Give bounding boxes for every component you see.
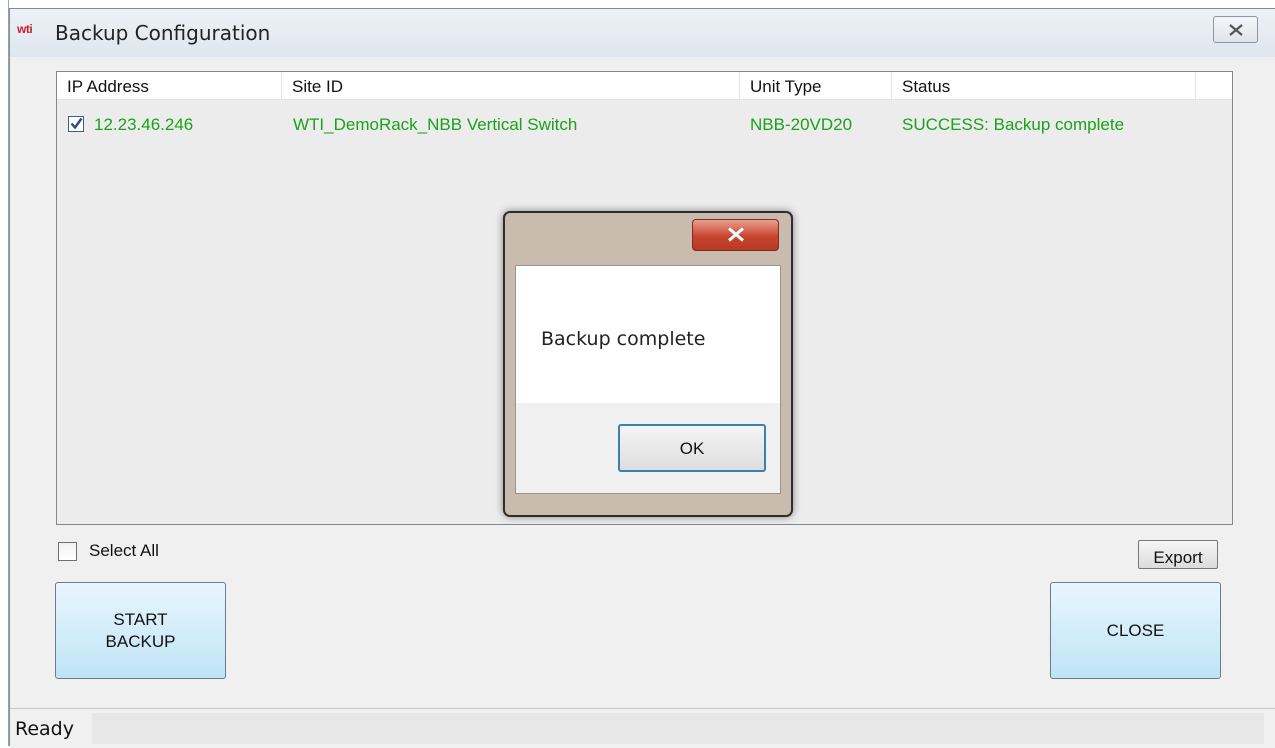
- column-header-ip-address[interactable]: IP Address: [57, 72, 282, 99]
- close-button[interactable]: CLOSE: [1050, 582, 1221, 679]
- dialog-message: Backup complete: [541, 328, 706, 350]
- status-text: Ready: [15, 718, 74, 740]
- window-close-button[interactable]: [1213, 16, 1258, 43]
- select-all-label[interactable]: Select All: [89, 541, 159, 561]
- row-site-id: WTI_DemoRack_NBB Vertical Switch: [293, 115, 578, 134]
- title-bar: wti Backup Configuration: [10, 9, 1275, 57]
- checkmark-icon: [70, 117, 83, 130]
- row-unit-type: NBB-20VD20: [750, 115, 853, 134]
- column-header-unit-type[interactable]: Unit Type: [740, 72, 892, 99]
- select-all-checkbox[interactable]: [58, 542, 77, 561]
- list-header: IP Address Site ID Unit Type Status: [57, 72, 1232, 100]
- start-backup-button[interactable]: START BACKUP: [55, 582, 226, 679]
- message-box-dialog: Backup complete OK: [503, 211, 793, 517]
- row-ip-address: 12.23.46.246: [94, 115, 194, 134]
- export-button[interactable]: Export: [1138, 540, 1218, 569]
- column-header-status[interactable]: Status: [892, 72, 1196, 99]
- close-icon: [728, 227, 744, 242]
- status-bar-panel: [92, 713, 1264, 744]
- start-backup-label-line2: BACKUP: [105, 631, 176, 651]
- dialog-message-area: Backup complete: [516, 266, 780, 403]
- dialog-close-button[interactable]: [692, 219, 779, 251]
- window-title: Backup Configuration: [55, 21, 271, 45]
- row-status: SUCCESS: Backup complete: [902, 115, 1125, 134]
- close-icon: [1229, 24, 1243, 36]
- ok-button[interactable]: OK: [618, 424, 766, 472]
- row-checkbox[interactable]: [68, 116, 84, 132]
- wti-logo-icon: wti: [17, 22, 33, 36]
- status-bar: Ready: [10, 708, 1275, 748]
- column-header-site-id[interactable]: Site ID: [282, 72, 740, 99]
- start-backup-label-line1: START: [113, 609, 168, 629]
- dialog-content: Backup complete OK: [515, 265, 781, 494]
